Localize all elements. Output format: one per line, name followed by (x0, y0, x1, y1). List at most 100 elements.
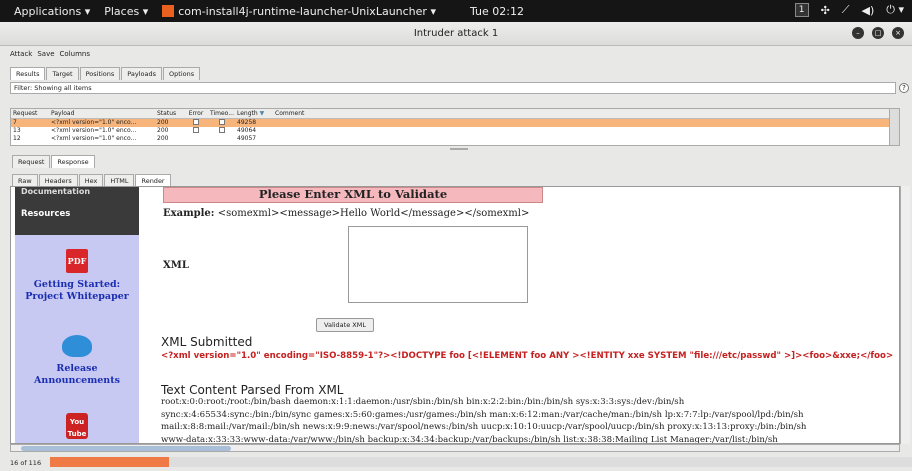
table-row[interactable]: 7 <?xml version="1.0" enco... 200 49258 (11, 119, 899, 127)
table-scrollbar[interactable] (889, 109, 899, 145)
col-request[interactable]: Request (11, 109, 49, 118)
cell-request: 12 (13, 135, 21, 140)
sort-desc-icon: ▼ (259, 110, 265, 117)
xml-textarea[interactable] (348, 226, 528, 303)
xml-submitted-text: <?xml version="1.0" encoding="ISO-8859-1… (161, 351, 894, 361)
parsed-line: sync:x:4:65534:sync:/bin:/bin/sync games… (161, 409, 804, 420)
page-sidebar: Documentation Resources PDF Getting Star… (15, 187, 139, 443)
minimize-icon[interactable]: – (852, 27, 864, 39)
release-announcements-link[interactable]: Release Announcements (15, 335, 139, 387)
response-horizontal-scrollbar[interactable] (10, 444, 900, 452)
sidebar-resources-link[interactable]: Resources (21, 209, 70, 219)
error-checkbox[interactable] (193, 127, 199, 133)
progress-fill (50, 457, 169, 467)
twitter-bird-icon (62, 335, 92, 357)
network-icon[interactable]: ✣ (821, 4, 830, 17)
youtube-icon: You Tube (66, 413, 88, 439)
close-icon[interactable]: × (892, 27, 904, 39)
parsed-heading: Text Content Parsed From XML (161, 383, 344, 397)
workspace-indicator[interactable]: 1 (794, 3, 809, 17)
tab-response[interactable]: Response (51, 155, 95, 168)
youtube-icon-top: You (69, 418, 85, 426)
response-vertical-scrollbar[interactable] (900, 186, 910, 444)
validate-xml-button[interactable]: Validate XML (316, 318, 374, 332)
cell-request: 13 (13, 127, 21, 134)
power-icon[interactable]: ⏻ ▾ (886, 3, 904, 17)
menu-bar: Attack Save Columns (0, 47, 90, 61)
xml-label: XML (163, 260, 189, 271)
table-row[interactable]: 13 <?xml version="1.0" enco... 200 49064 (11, 127, 899, 135)
menu-columns[interactable]: Columns (60, 50, 90, 58)
window-title-bar: Intruder attack 1 – □ × (0, 22, 912, 46)
cell-length: 49258 (237, 119, 257, 126)
places-menu[interactable]: Places ▾ (104, 5, 148, 18)
tab-target[interactable]: Target (46, 67, 79, 80)
progress-text: 16 of 116 (10, 459, 42, 467)
cell-request: 7 (13, 119, 17, 126)
burp-app-icon (162, 4, 175, 17)
cell-length: 49064 (237, 127, 257, 134)
pdf-icon: PDF (66, 249, 88, 273)
timeout-checkbox[interactable] (219, 127, 225, 133)
col-status[interactable]: Status (155, 109, 183, 118)
getting-started-label: Getting Started: Project Whitepaper (25, 279, 129, 302)
cell-length: 49057 (237, 135, 257, 140)
active-app-menu[interactable]: com-install4j-runtime-launcher-UnixLaunc… (162, 4, 436, 18)
cell-payload: <?xml version="1.0" enco... (51, 119, 137, 126)
parsed-content: root:x:0:0:root:/root:/bin/bash daemon:x… (161, 396, 899, 444)
wifi-icon[interactable]: ⟋ (842, 3, 850, 17)
youtube-link[interactable]: You Tube (15, 413, 139, 439)
getting-started-link[interactable]: PDF Getting Started: Project Whitepaper (15, 249, 139, 303)
parsed-line: mail:x:8:8:mail:/var/mail:/bin/sh news:x… (161, 422, 807, 432)
pane-splitter[interactable] (450, 148, 468, 150)
col-payload[interactable]: Payload (49, 109, 155, 118)
parsed-line: www-data:x:33:33:www-data:/var/www:/bin/… (161, 434, 778, 444)
parsed-line: root:x:0:0:root:/root:/bin/bash daemon:x… (161, 397, 685, 407)
window-title: Intruder attack 1 (413, 28, 499, 39)
table-header: Request Payload Status Error Timeo... Le… (11, 109, 899, 119)
col-length[interactable]: Length ▼ (235, 109, 273, 118)
menu-save[interactable]: Save (37, 50, 54, 58)
volume-icon[interactable]: ◀) (862, 4, 875, 17)
cell-status: 200 (157, 119, 169, 126)
tab-options[interactable]: Options (163, 67, 201, 80)
menu-attack[interactable]: Attack (10, 50, 32, 58)
clock[interactable]: Tue 02:12 (470, 5, 524, 18)
table-row[interactable]: 12 <?xml version="1.0" enco... 200 49057 (11, 135, 899, 140)
attack-progress-bar (50, 457, 912, 467)
cell-payload: <?xml version="1.0" enco... (51, 127, 137, 134)
filter-bar[interactable]: Filter: Showing all items (10, 82, 896, 94)
tab-payloads[interactable]: Payloads (121, 67, 163, 80)
example-label: Example: (163, 208, 215, 219)
timeout-checkbox[interactable] (219, 119, 225, 125)
rendered-response: Documentation Resources PDF Getting Star… (10, 186, 900, 444)
sidebar-documentation-link[interactable]: Documentation (21, 187, 90, 196)
release-announcements-label: Release Announcements (34, 363, 120, 386)
example-text: Example: <somexml><message>Hello World</… (163, 208, 529, 219)
scroll-thumb[interactable] (21, 446, 231, 451)
applications-menu[interactable]: Applications ▾ (14, 5, 90, 18)
tab-positions[interactable]: Positions (79, 67, 121, 80)
col-comment[interactable]: Comment (273, 109, 353, 118)
help-icon[interactable]: ? (899, 83, 909, 93)
tab-request[interactable]: Request (12, 155, 51, 168)
col-timeout[interactable]: Timeo... (209, 109, 235, 118)
col-error[interactable]: Error (183, 109, 209, 118)
attack-tabs: Results Target Positions Payloads Option… (10, 67, 201, 80)
youtube-icon-bottom: Tube (67, 430, 87, 438)
cell-payload: <?xml version="1.0" enco... (51, 135, 137, 140)
active-app-name: com-install4j-runtime-launcher-UnixLaunc… (178, 4, 436, 18)
cell-status: 200 (157, 127, 169, 134)
maximize-icon[interactable]: □ (872, 27, 884, 39)
example-value: <somexml><message>Hello World</message><… (217, 208, 530, 219)
col-length-label: Length (237, 110, 258, 117)
sidebar-menu: Documentation Resources (15, 187, 139, 235)
error-checkbox[interactable] (193, 119, 199, 125)
xml-banner: Please Enter XML to Validate (163, 187, 543, 203)
cell-status: 200 (157, 135, 169, 140)
results-table: Request Payload Status Error Timeo... Le… (10, 108, 900, 146)
xml-submitted-heading: XML Submitted (161, 335, 253, 349)
system-top-bar: Applications ▾ Places ▾ com-install4j-ru… (0, 0, 912, 22)
request-response-tabs: Request Response (12, 155, 96, 168)
tab-results[interactable]: Results (10, 67, 46, 80)
